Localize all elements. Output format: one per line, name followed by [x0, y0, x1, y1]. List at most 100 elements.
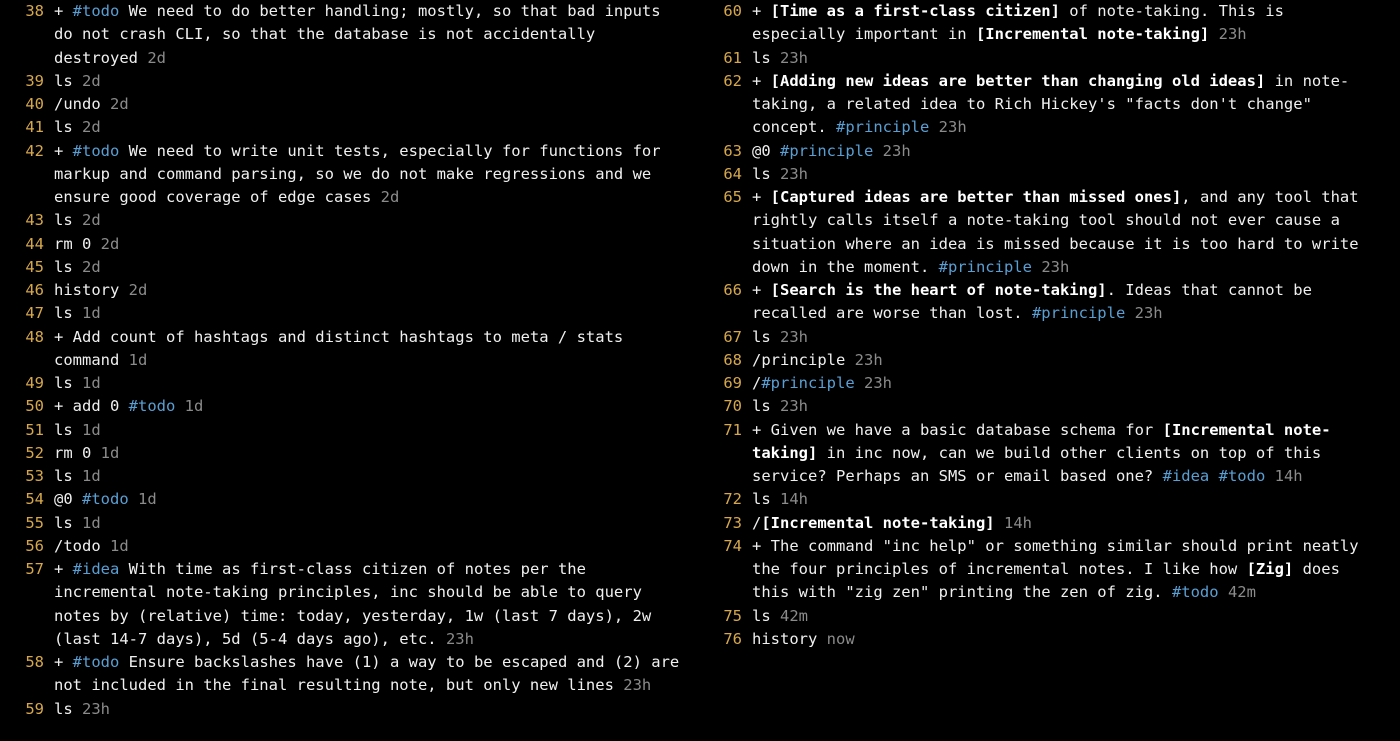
text-segment: rm 0	[54, 444, 101, 462]
text-segment: ls	[54, 211, 82, 229]
log-entry: 46history 2d	[16, 279, 686, 302]
timestamp: 1d	[185, 397, 204, 415]
link-reference: [Incremental note-taking]	[761, 514, 994, 532]
log-entry: 54@0 #todo 1d	[16, 488, 686, 511]
text-segment: +	[752, 281, 771, 299]
text-segment: /	[752, 514, 761, 532]
hashtag: #principle	[780, 142, 873, 160]
log-entry: 70ls 23h	[714, 395, 1384, 418]
log-entry: 71 + Given we have a basic database schem…	[714, 419, 1384, 489]
log-content: ls 2d	[54, 209, 686, 232]
text-segment: ls	[54, 514, 82, 532]
log-entry: 68/principle 23h	[714, 349, 1384, 372]
hashtag: #principle	[761, 374, 854, 392]
log-content: @0 #todo 1d	[54, 488, 686, 511]
link-reference: [Zig]	[1247, 560, 1294, 578]
text-segment: ls	[54, 421, 82, 439]
hashtag: #idea	[73, 560, 120, 578]
log-content: ls 23h	[752, 395, 1384, 418]
log-content: ls 1d	[54, 372, 686, 395]
log-entry: 59ls 23h	[16, 698, 686, 721]
log-content: + #todo Ensure backslashes have (1) a wa…	[54, 651, 686, 698]
log-entry: 74+ The command "inc help" or something …	[714, 535, 1384, 605]
log-content: + #todo We need to write unit tests, esp…	[54, 140, 686, 210]
line-number: 52	[16, 442, 44, 465]
timestamp: 1d	[138, 490, 157, 508]
text-segment: + Given we have a basic database schema …	[752, 421, 1163, 439]
text-segment: /undo	[54, 95, 110, 113]
log-entry: 75ls 42m	[714, 605, 1384, 628]
text-segment	[855, 374, 864, 392]
line-number: 50	[16, 395, 44, 418]
line-number: 59	[16, 698, 44, 721]
line-number: 48	[16, 326, 44, 373]
log-content: /undo 2d	[54, 93, 686, 116]
log-content: history now	[752, 628, 1384, 651]
text-segment: ls	[54, 374, 82, 392]
text-segment	[1265, 467, 1274, 485]
log-content: ls 1d	[54, 465, 686, 488]
text-segment	[1219, 583, 1228, 601]
log-entry: 69/#principle 23h	[714, 372, 1384, 395]
text-segment: rm 0	[54, 235, 101, 253]
line-number: 45	[16, 256, 44, 279]
text-segment: ls	[54, 72, 82, 90]
timestamp: 23h	[780, 49, 808, 67]
log-content: + The command "inc help" or something si…	[752, 535, 1384, 605]
log-entry: 38+ #todo We need to do better handling;…	[16, 0, 686, 70]
timestamp: 1d	[82, 421, 101, 439]
log-entry: 58+ #todo Ensure backslashes have (1) a …	[16, 651, 686, 698]
hashtag: #todo	[129, 397, 176, 415]
hashtag: #todo	[73, 142, 120, 160]
log-entry: 52rm 0 1d	[16, 442, 686, 465]
text-segment	[995, 514, 1004, 532]
text-segment	[129, 490, 138, 508]
log-content: @0 #principle 23h	[752, 140, 1384, 163]
text-segment: +	[54, 653, 73, 671]
text-segment: /todo	[54, 537, 110, 555]
timestamp: 2d	[147, 49, 166, 67]
timestamp: 2d	[110, 95, 129, 113]
line-number: 46	[16, 279, 44, 302]
timestamp: 23h	[1135, 304, 1163, 322]
line-number: 56	[16, 535, 44, 558]
text-segment: ls	[54, 467, 82, 485]
line-number: 44	[16, 233, 44, 256]
hashtag: #principle	[939, 258, 1032, 276]
log-content: ls 23h	[752, 326, 1384, 349]
log-entry: 63 @0 #principle 23h	[714, 140, 1384, 163]
text-segment: @0	[752, 142, 780, 160]
line-number: 51	[16, 419, 44, 442]
log-content: ls 14h	[752, 488, 1384, 511]
line-number: 61	[714, 47, 742, 70]
timestamp: 14h	[1275, 467, 1303, 485]
text-segment: ls	[752, 397, 780, 415]
timestamp: 2d	[82, 258, 101, 276]
line-number: 63	[714, 140, 742, 163]
link-reference: [Search is the heart of note-taking]	[771, 281, 1107, 299]
line-number: 58	[16, 651, 44, 698]
timestamp: 42m	[1228, 583, 1256, 601]
timestamp: 1d	[110, 537, 129, 555]
log-entry: 66+ [Search is the heart of note-taking]…	[714, 279, 1384, 326]
line-number: 68	[714, 349, 742, 372]
text-segment: +	[752, 72, 771, 90]
link-reference: [Adding new ideas are better than changi…	[771, 72, 1266, 90]
text-segment: +	[54, 142, 73, 160]
timestamp: 23h	[446, 630, 474, 648]
log-entry: 50+ add 0 #todo 1d	[16, 395, 686, 418]
line-number: 49	[16, 372, 44, 395]
line-number: 71	[714, 419, 742, 489]
hashtag: #todo	[73, 2, 120, 20]
timestamp: 23h	[780, 328, 808, 346]
timestamp: 23h	[623, 676, 651, 694]
text-segment: history	[752, 630, 827, 648]
log-entry: 42+ #todo We need to write unit tests, e…	[16, 140, 686, 210]
log-entry: 64ls 23h	[714, 163, 1384, 186]
log-content: /#principle 23h	[752, 372, 1384, 395]
hashtag: #principle	[1032, 304, 1125, 322]
line-number: 64	[714, 163, 742, 186]
log-content: ls 2d	[54, 256, 686, 279]
text-segment	[1209, 467, 1218, 485]
log-entry: 62+ [Adding new ideas are better than ch…	[714, 70, 1384, 140]
